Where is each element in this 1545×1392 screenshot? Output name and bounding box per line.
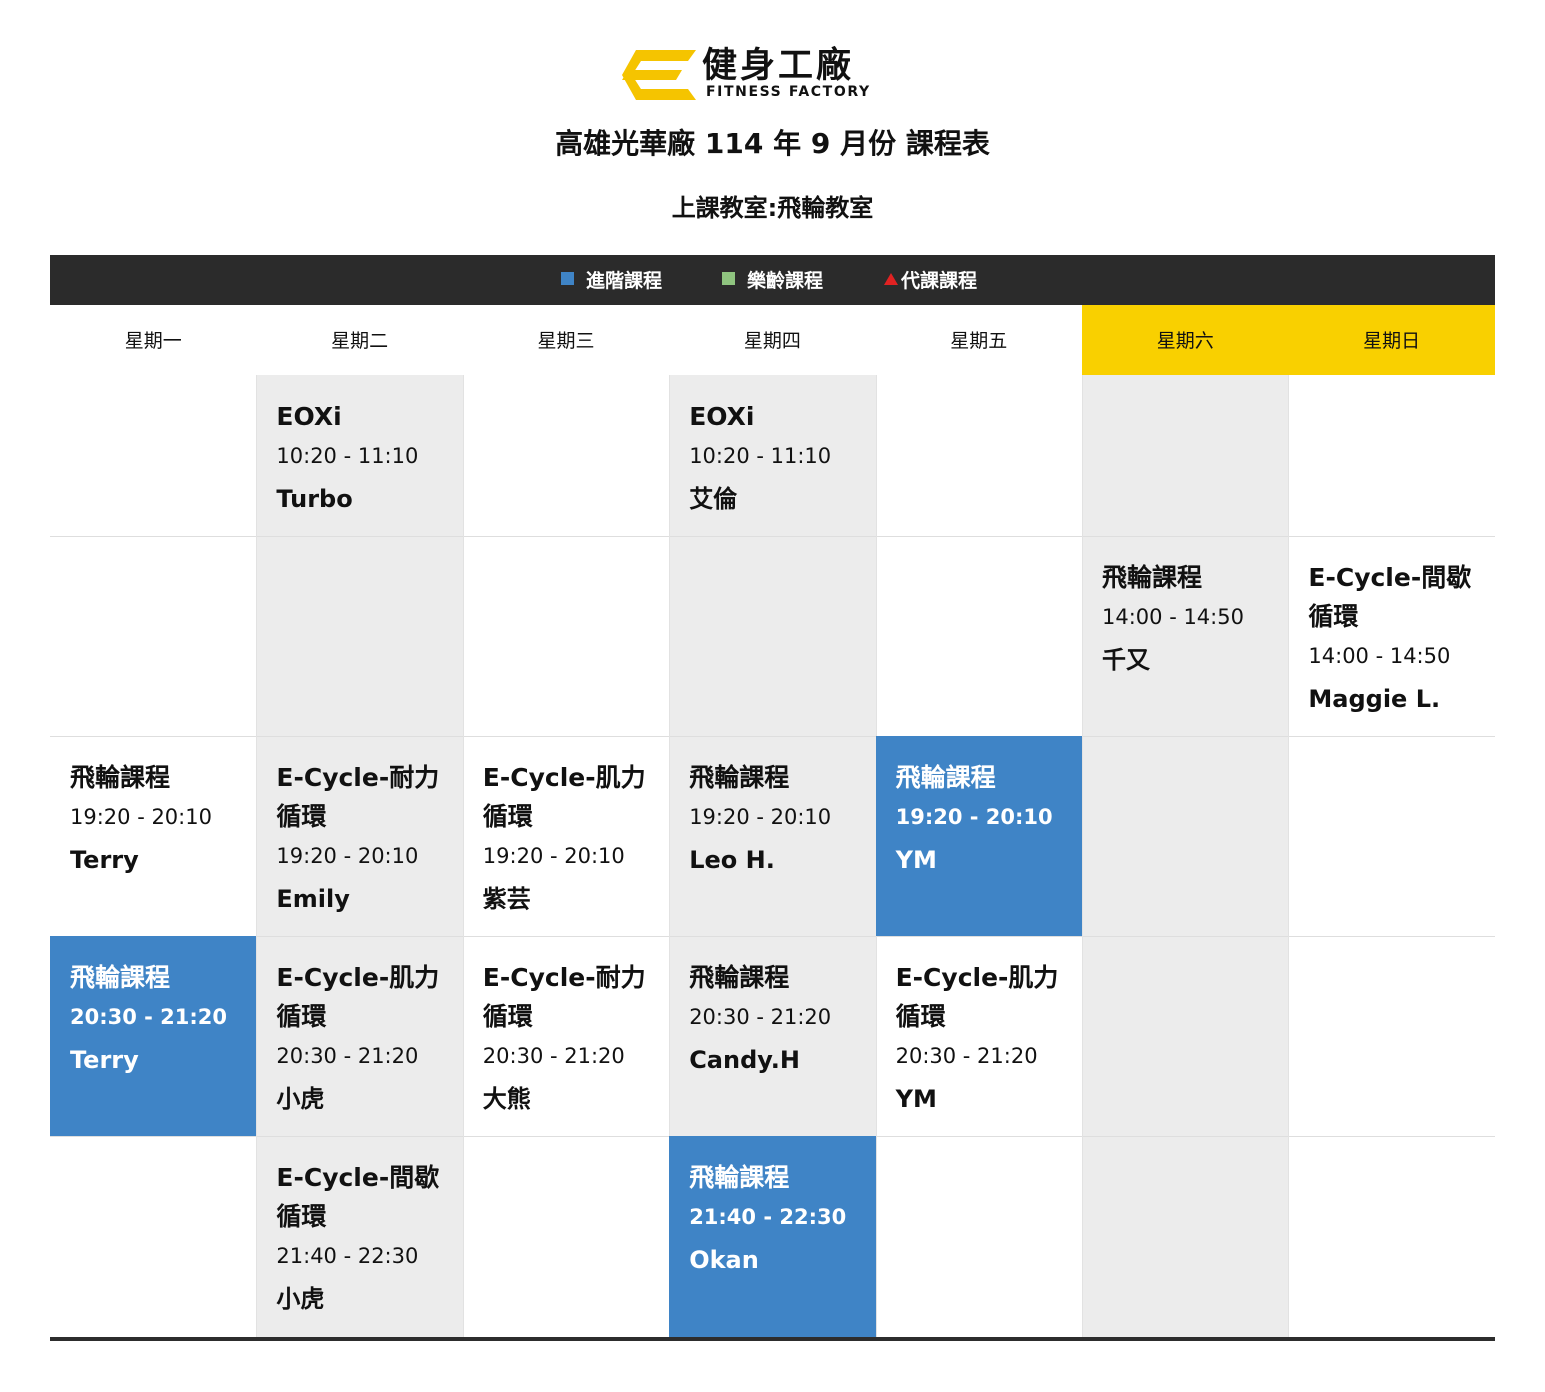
- class-cell[interactable]: EOXi 10:20 - 11:10 Turbo: [256, 375, 462, 536]
- class-cell[interactable]: 飛輪課程 19:20 - 20:10 Terry: [50, 736, 256, 936]
- class-time: 19:20 - 20:10: [689, 805, 832, 829]
- class-coach: 大熊: [482, 1085, 531, 1113]
- class-cell[interactable]: E-Cycle-耐力循環 20:30 - 21:20 大熊: [463, 936, 669, 1136]
- class-cell[interactable]: E-Cycle-間歇循環 14:00 - 14:50 Maggie L.: [1288, 536, 1495, 736]
- class-name: EOXi: [689, 402, 755, 431]
- class-coach: Terry: [70, 846, 139, 874]
- column-background: [1082, 375, 1289, 1337]
- class-name: 飛輪課程: [70, 763, 171, 792]
- class-cell[interactable]: 飛輪課程 14:00 - 14:50 千又: [1082, 536, 1288, 736]
- day-header-thu: 星期四: [669, 305, 876, 375]
- class-cell[interactable]: 飛輪課程 20:30 - 21:20 Candy.H: [669, 936, 875, 1136]
- bottom-divider: [50, 1337, 1495, 1341]
- class-name: E-Cycle-肌力循環: [276, 963, 440, 1031]
- classroom-subtitle: 上課教室:飛輪教室: [671, 194, 874, 222]
- class-time: 20:30 - 21:20: [689, 1005, 832, 1029]
- class-coach: YM: [895, 846, 937, 874]
- class-time: 14:00 - 14:50: [1308, 644, 1451, 668]
- class-coach: 千又: [1102, 646, 1150, 674]
- legend-label: 進階課程: [586, 270, 663, 292]
- column-divider: [1082, 375, 1083, 1337]
- brand-logo: 健身工廠 FITNESS FACTORY: [622, 46, 924, 102]
- day-header-fri: 星期五: [875, 305, 1082, 375]
- class-name: 飛輪課程: [895, 763, 996, 792]
- day-header-tue: 星期二: [256, 305, 463, 375]
- class-name: EOXi: [276, 402, 342, 431]
- class-name: E-Cycle-肌力循環: [895, 963, 1059, 1031]
- class-time: 21:40 - 22:30: [689, 1205, 847, 1229]
- class-time: 20:30 - 21:20: [895, 1044, 1038, 1068]
- column-divider: [1288, 375, 1290, 1337]
- class-time: 19:20 - 20:10: [482, 844, 625, 868]
- class-time: 14:00 - 14:50: [1102, 605, 1244, 629]
- page-title: 高雄光華廠 114 年 9 月份 課程表: [555, 127, 990, 160]
- class-coach: Turbo: [276, 485, 353, 513]
- legend-bar: 進階課程 樂齡課程 代課課程: [50, 255, 1495, 305]
- class-name: 飛輪課程: [1102, 563, 1203, 592]
- legend-senior: 樂齡課程: [722, 255, 823, 305]
- class-coach: Maggie L.: [1308, 685, 1441, 713]
- square-icon: [561, 272, 574, 285]
- class-cell[interactable]: E-Cycle-肌力循環 20:30 - 21:20 YM: [876, 936, 1082, 1136]
- class-coach: Leo H.: [689, 846, 775, 874]
- class-cell[interactable]: E-Cycle-肌力循環 20:30 - 21:20 小虎: [256, 936, 462, 1136]
- class-time: 19:20 - 20:10: [895, 805, 1053, 829]
- class-name: E-Cycle-間歇循環: [276, 1163, 440, 1231]
- class-coach: 小虎: [276, 1285, 325, 1313]
- legend-label: 樂齡課程: [747, 270, 824, 292]
- class-name: E-Cycle-肌力循環: [482, 763, 646, 831]
- schedule-grid: EOXi 10:20 - 11:10 Turbo EOXi 10:20 - 11:10 艾…: [50, 375, 1495, 1337]
- class-name: 飛輪課程: [689, 1163, 790, 1192]
- legend-substitute: 代課課程: [884, 255, 977, 305]
- class-coach: Terry: [70, 1046, 139, 1074]
- class-cell[interactable]: E-Cycle-肌力循環 19:20 - 20:10 紫芸: [463, 736, 669, 936]
- class-time: 19:20 - 20:10: [70, 805, 212, 829]
- class-coach: Candy.H: [689, 1046, 800, 1074]
- class-cell[interactable]: 飛輪課程 20:30 - 21:20 Terry: [50, 936, 257, 1136]
- class-time: 21:40 - 22:30: [276, 1244, 419, 1268]
- class-coach: YM: [895, 1085, 937, 1113]
- class-time: 10:20 - 11:10: [689, 444, 832, 468]
- class-coach: Emily: [276, 885, 350, 913]
- class-cell[interactable]: E-Cycle-間歇循環 21:40 - 22:30 小虎: [256, 1136, 462, 1337]
- class-cell[interactable]: E-Cycle-耐力循環 19:20 - 20:10 Emily: [256, 736, 462, 936]
- class-name: E-Cycle-間歇循環: [1308, 563, 1472, 631]
- day-header-wed: 星期三: [462, 305, 670, 375]
- class-name: 飛輪課程: [689, 763, 790, 792]
- brand-name-cn: 健身工廠: [702, 46, 855, 86]
- class-name: E-Cycle-耐力循環: [276, 763, 440, 831]
- class-coach: 小虎: [276, 1085, 325, 1113]
- day-header-mon: 星期一: [50, 305, 257, 375]
- class-cell[interactable]: 飛輪課程 19:20 - 20:10 Leo H.: [669, 736, 875, 936]
- day-header-sat: 星期六: [1082, 305, 1289, 375]
- triangle-icon: [884, 272, 898, 285]
- class-time: 20:30 - 21:20: [70, 1005, 228, 1029]
- fitness-factory-logo-icon: [622, 50, 696, 100]
- class-time: 19:20 - 20:10: [276, 844, 419, 868]
- square-icon: [722, 272, 735, 285]
- day-header-sun: 星期日: [1288, 305, 1495, 375]
- class-time: 20:30 - 21:20: [482, 1044, 625, 1068]
- class-name: E-Cycle-耐力循環: [482, 963, 646, 1031]
- class-coach: Okan: [689, 1246, 759, 1274]
- class-time: 10:20 - 11:10: [276, 444, 419, 468]
- class-cell[interactable]: 飛輪課程 19:20 - 20:10 YM: [875, 736, 1082, 936]
- legend-advanced: 進階課程: [561, 255, 662, 305]
- class-cell[interactable]: 飛輪課程 21:40 - 22:30 Okan: [669, 1136, 876, 1337]
- brand-name-en: FITNESS FACTORY: [706, 84, 871, 100]
- class-coach: 紫芸: [482, 885, 531, 913]
- class-name: 飛輪課程: [689, 963, 790, 992]
- legend-label: 代課課程: [901, 270, 978, 292]
- day-header-row: 星期一 星期二 星期三 星期四 星期五 星期六 星期日: [50, 305, 1495, 375]
- class-cell[interactable]: EOXi 10:20 - 11:10 艾倫: [669, 375, 875, 536]
- class-coach: 艾倫: [689, 485, 738, 513]
- class-time: 20:30 - 21:20: [276, 1044, 419, 1068]
- class-name: 飛輪課程: [70, 963, 171, 992]
